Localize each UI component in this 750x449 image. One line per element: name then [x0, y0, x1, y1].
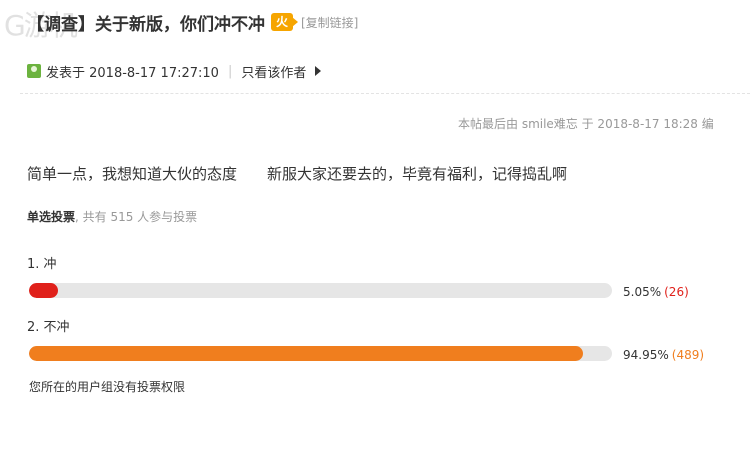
play-icon	[315, 66, 322, 76]
poll-option-2-label: 2. 不冲	[27, 320, 70, 335]
edit-note: 本帖最后由 smile难忘 于 2018-8-17 18:28 编	[458, 117, 714, 131]
copy-link-button[interactable]: [复制链接]	[301, 14, 358, 31]
divider	[20, 93, 750, 94]
poll-option-1-count: (26)	[664, 285, 689, 299]
online-status-icon	[27, 64, 41, 78]
poll-type-label: 单选投票	[27, 210, 76, 224]
poll-option-2-percent: 94.95%	[623, 348, 669, 362]
poll-option-1-label: 1. 冲	[27, 257, 57, 272]
thread-title-row: 【调查】关于新版，你们冲不冲 火 [复制链接]	[27, 8, 358, 36]
meta-separator: |	[227, 63, 233, 79]
poll-summary: 单选投票, 共有 515 人参与投票	[27, 208, 197, 225]
post-line-2: 新服大家还要去的，毕竟有福利，记得捣乱啊	[267, 165, 568, 183]
poll-option-1-stat: 5.05% (26)	[623, 285, 689, 299]
poll-option-2-count: (489)	[671, 348, 705, 362]
thread-title: 【调查】关于新版，你们冲不冲	[27, 14, 265, 35]
post-meta: 发表于 2018-8-17 17:27:10 | 只看该作者	[27, 60, 322, 82]
poll-option-2-stat: 94.95% (489)	[623, 348, 704, 362]
poll-participants: , 共有 515 人参与投票	[75, 210, 198, 224]
only-author-link[interactable]: 只看该作者	[241, 62, 306, 81]
post-content: 简单一点，我想知道大伙的态度 新服大家还要去的，毕竟有福利，记得捣乱啊	[27, 163, 567, 184]
poll-option-1-percent: 5.05%	[623, 285, 662, 299]
poll-option-1-bar-track	[29, 283, 612, 298]
poll-option-1-bar-fill	[29, 283, 59, 298]
post-time: 发表于 2018-8-17 17:27:10	[46, 65, 219, 81]
poll-option-2-bar-fill	[29, 346, 583, 361]
post-line-1: 简单一点，我想知道大伙的态度	[27, 165, 238, 183]
poll-option-2-bar-track	[29, 346, 612, 361]
hot-icon: 火	[271, 13, 298, 31]
no-permission-note: 您所在的用户组没有投票权限	[29, 380, 186, 394]
